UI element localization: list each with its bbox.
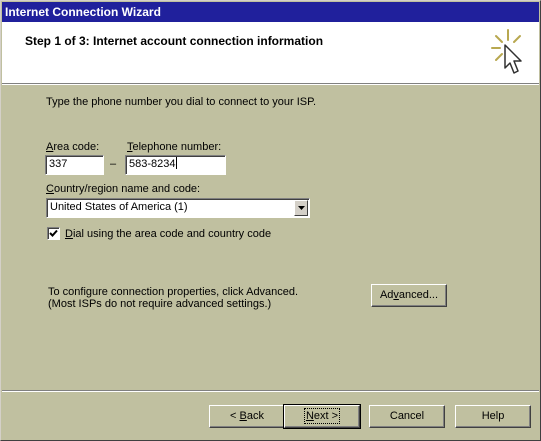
text-caret xyxy=(175,157,177,169)
next-button[interactable]: Next > xyxy=(283,404,361,429)
help-button[interactable]: Help xyxy=(455,405,531,428)
step-title: Step 1 of 3: Internet account connection… xyxy=(25,34,324,48)
country-label: Country/region name and code: xyxy=(46,183,201,195)
wizard-cursor-sparkle-icon xyxy=(488,28,528,80)
phone-dash: – xyxy=(110,158,117,170)
cancel-button[interactable]: Cancel xyxy=(369,405,445,428)
checkmark-icon xyxy=(49,229,58,237)
area-code-label: Area code: xyxy=(46,141,100,153)
back-button[interactable]: < Back xyxy=(209,405,285,428)
title-bar[interactable]: Internet Connection Wizard xyxy=(2,2,539,22)
telephone-label: Telephone number: xyxy=(127,141,222,153)
wizard-window: Internet Connection Wizard Step 1 of 3: … xyxy=(0,0,541,441)
advanced-note-line1: To configure connection properties, clic… xyxy=(48,286,299,298)
instruction-text: Type the phone number you dial to connec… xyxy=(46,96,317,108)
advanced-button[interactable]: Advanced... xyxy=(371,284,447,307)
dial-area-code-label[interactable]: Dial using the area code and country cod… xyxy=(65,228,271,240)
window-title: Internet Connection Wizard xyxy=(5,5,161,19)
country-select-value: United States of America (1) xyxy=(50,201,188,213)
footer-divider-highlight xyxy=(2,391,539,392)
telephone-field[interactable]: 583-8234 xyxy=(125,155,226,175)
wizard-header: Step 1 of 3: Internet account connection… xyxy=(2,22,539,83)
area-code-field[interactable]: 337 xyxy=(45,155,104,175)
dial-area-code-checkbox[interactable] xyxy=(47,227,60,240)
advanced-note-line2: (Most ISPs do not require advanced setti… xyxy=(48,298,272,310)
chevron-down-icon xyxy=(298,206,305,210)
header-divider-highlight xyxy=(2,84,539,85)
dropdown-button[interactable] xyxy=(294,200,308,216)
country-select[interactable]: United States of America (1) xyxy=(46,198,310,218)
